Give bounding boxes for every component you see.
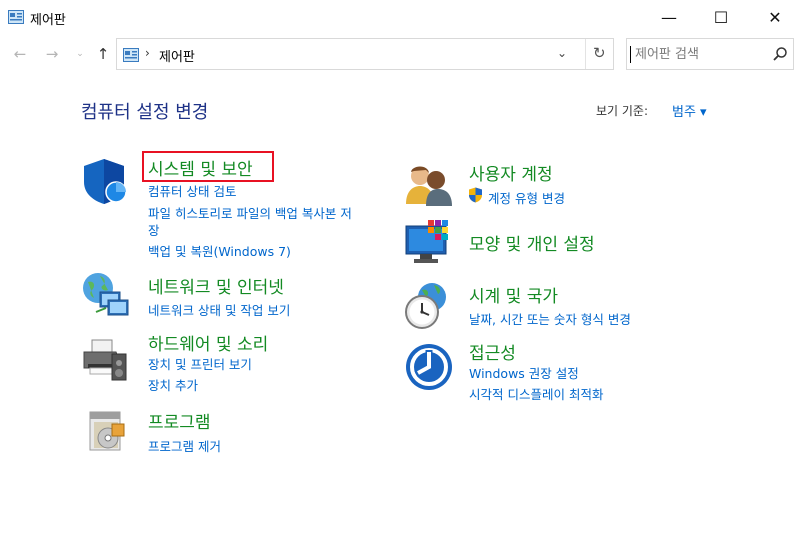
forward-button[interactable]: → — [42, 44, 62, 64]
link-network-status[interactable]: 네트워크 상태 및 작업 보기 — [148, 300, 290, 319]
control-panel-icon — [8, 10, 24, 24]
link-file-history-backup[interactable]: 파일 히스토리로 파일의 백업 복사본 저 — [148, 203, 352, 222]
text-cursor — [630, 46, 631, 63]
view-by-dropdown[interactable]: 범주 ▾ — [672, 101, 707, 120]
title-bar: 제어판 — ☐ ✕ — [0, 0, 800, 34]
breadcrumb[interactable]: 제어판 — [159, 46, 195, 65]
category-user-accounts[interactable]: 사용자 계정 — [469, 160, 553, 185]
page-title: 컴퓨터 설정 변경 — [81, 102, 209, 123]
address-bar[interactable]: › 제어판 ⌄ ↻ — [116, 38, 614, 70]
clock-globe-icon[interactable] — [402, 280, 452, 330]
search-input[interactable] — [635, 44, 771, 64]
control-panel-icon — [123, 48, 139, 62]
link-uninstall-program[interactable]: 프로그램 제거 — [148, 436, 221, 455]
appearance-monitor-icon[interactable] — [404, 218, 454, 268]
category-clock-region[interactable]: 시계 및 국가 — [469, 282, 558, 307]
forward-arrow-icon: → — [45, 45, 59, 63]
breadcrumb-separator-icon[interactable]: › — [145, 46, 150, 60]
category-programs[interactable]: 프로그램 — [148, 408, 211, 433]
link-devices-printers[interactable]: 장치 및 프린터 보기 — [148, 354, 252, 373]
link-windows-recommended-settings[interactable]: Windows 권장 설정 — [469, 363, 579, 382]
divider — [585, 39, 586, 69]
close-button[interactable]: ✕ — [752, 0, 798, 34]
close-icon: ✕ — [768, 7, 782, 27]
ease-of-access-icon[interactable] — [404, 342, 454, 392]
printer-speaker-icon[interactable] — [80, 334, 130, 384]
category-hardware-sound[interactable]: 하드웨어 및 소리 — [148, 330, 268, 355]
chevron-down-icon: ⌄ — [76, 49, 84, 59]
link-change-date-time-format[interactable]: 날짜, 시간 또는 숫자 형식 변경 — [469, 309, 631, 328]
users-icon[interactable] — [404, 160, 454, 210]
maximize-button[interactable]: ☐ — [698, 0, 744, 34]
recent-locations-button[interactable]: ⌄ — [70, 44, 90, 64]
window-title: 제어판 — [30, 13, 66, 28]
programs-icon[interactable] — [84, 406, 134, 456]
category-ease-of-access[interactable]: 접근성 — [469, 339, 516, 364]
search-icon[interactable] — [771, 45, 789, 63]
link-review-computer-status[interactable]: 컴퓨터 상태 검토 — [148, 181, 236, 200]
search-box[interactable] — [626, 38, 794, 70]
network-globe-icon[interactable] — [80, 270, 130, 320]
link-add-device[interactable]: 장치 추가 — [148, 375, 198, 394]
category-appearance[interactable]: 모양 및 개인 설정 — [469, 230, 595, 255]
up-button[interactable]: ↑ — [93, 44, 113, 64]
minimize-button[interactable]: — — [646, 0, 692, 34]
category-network-internet[interactable]: 네트워크 및 인터넷 — [148, 273, 284, 298]
view-by-label: 보기 기준: — [596, 104, 649, 118]
navigation-bar: ← → ⌄ ↑ › 제어판 ⌄ ↻ — [0, 36, 800, 72]
link-change-account-type[interactable]: 계정 유형 변경 — [488, 188, 565, 207]
link-backup-restore[interactable]: 백업 및 복원(Windows 7) — [148, 241, 291, 260]
up-arrow-icon: ↑ — [96, 45, 110, 63]
category-system-security[interactable]: 시스템 및 보안 — [148, 155, 253, 180]
back-button[interactable]: ← — [10, 44, 30, 64]
link-file-history-backup-wrap[interactable]: 장 — [148, 220, 160, 239]
address-dropdown-icon[interactable]: ⌄ — [557, 46, 567, 60]
uac-shield-icon — [469, 187, 482, 203]
shield-icon[interactable] — [80, 156, 130, 206]
refresh-icon[interactable]: ↻ — [593, 44, 606, 62]
maximize-icon: ☐ — [713, 7, 729, 27]
minimize-icon: — — [661, 7, 677, 27]
link-optimize-visual-display[interactable]: 시각적 디스플레이 최적화 — [469, 384, 603, 403]
back-arrow-icon: ← — [13, 45, 27, 63]
